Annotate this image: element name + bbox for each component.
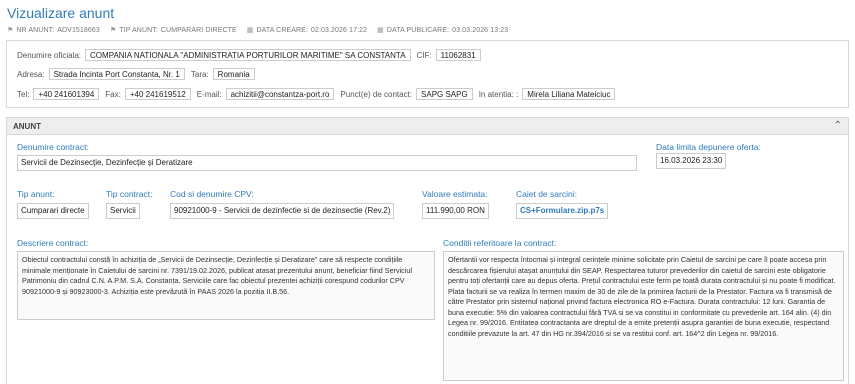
specs-label: Caiet de sarcini: — [516, 189, 577, 199]
contract-name-label: Denumire contract: — [17, 142, 89, 152]
tel-label: Tel: — [17, 89, 30, 99]
meta-label: DATA PUBLICARE: — [386, 26, 450, 34]
cif-label: CIF: — [416, 50, 432, 60]
meta-nr-anunt: ⚑ NR ANUNT: ADV1518663 — [7, 26, 100, 35]
attention-label: In atentia: : — [478, 89, 519, 99]
email-value: achizitii@constantza-port.ro — [225, 88, 335, 100]
announcement-meta-bar: ⚑ NR ANUNT: ADV1518663 ⚑ TIP ANUNT: CUMP… — [7, 26, 509, 35]
estimated-value-currency: RON — [467, 206, 485, 215]
fax-value: +40 241619512 — [124, 88, 191, 100]
description-text: Obiectul contractului constă în achiziți… — [17, 251, 435, 320]
tag-icon: ⚑ — [7, 27, 14, 34]
meta-value: ADV1518663 — [57, 26, 100, 34]
tag-icon: ⚑ — [109, 27, 117, 34]
tel-value: +40 241601394 — [33, 88, 100, 100]
meta-data-creare: ▦ DATA CREARE: 02.03.2026 17:22 — [246, 26, 368, 35]
meta-value: 02.03.2026 17:22 — [311, 26, 368, 34]
announcement-type-label: Tip anunt: — [17, 189, 55, 199]
authority-row-name: Denumire oficiala: COMPANIA NATIONALA "A… — [17, 49, 487, 61]
contact-label: Punct(e) de contact: — [340, 89, 413, 99]
authority-name-label: Denumire oficiala: — [17, 50, 82, 60]
specs-file-link[interactable]: CS+Formulare.zip.p7s — [516, 203, 609, 219]
country-value: Romania — [212, 68, 255, 80]
contact-value: SAPG SAPG — [416, 88, 473, 100]
fax-label: Fax: — [105, 89, 121, 99]
authority-row-contact: Tel: +40 241601394 Fax: +40 241619512 E-… — [17, 88, 621, 100]
announcement-type-value: Cumparari directe — [17, 203, 89, 219]
address-value: Strada Incinta Port Constanta, Nr. 1 — [48, 68, 185, 80]
meta-label: DATA CREARE: — [256, 26, 308, 34]
email-label: E-mail: — [196, 89, 222, 99]
meta-label: TIP ANUNT: — [119, 26, 158, 34]
contract-name-value: Servicii de Dezinsecție, Dezinfecție și … — [17, 155, 637, 171]
deadline-label: Data limita depunere oferta: — [656, 142, 761, 152]
section-header-anunt[interactable]: ANUNT ⌃ — [6, 117, 849, 135]
deadline-value: 16.03.2026 23:30 — [656, 153, 727, 169]
address-label: Adresa: — [17, 69, 45, 79]
conditions-label: Conditii referitoare la contract: — [443, 238, 557, 248]
estimated-value-amount: 111.990,00 — [426, 206, 465, 215]
meta-label: NR ANUNT: — [16, 26, 55, 34]
meta-value: 03.03.2026 13:23 — [452, 26, 509, 34]
calendar-icon: ▦ — [246, 27, 254, 34]
authority-row-address: Adresa: Strada Incinta Port Constanta, N… — [17, 68, 261, 80]
authority-info-box: Denumire oficiala: COMPANIA NATIONALA "A… — [6, 40, 849, 108]
section-title: ANUNT — [13, 122, 41, 131]
announcement-content: Denumire contract: Servicii de Dezinsecț… — [6, 135, 849, 384]
description-label: Descriere contract: — [17, 238, 89, 248]
country-label: Tara: — [190, 69, 209, 79]
page-title: Vizualizare anunt — [7, 5, 115, 21]
estimated-value-field: 111.990,00 RON — [422, 203, 489, 219]
meta-value: CUMPARARI DIRECTE — [160, 26, 237, 34]
attention-value: Mirela Liliana Mateiciuc — [522, 88, 616, 100]
meta-data-publicare: ▦ DATA PUBLICARE: 03.03.2026 13:23 — [377, 26, 509, 35]
authority-name-value: COMPANIA NATIONALA "ADMINISTRATIA PORTUR… — [85, 49, 411, 61]
calendar-icon: ▦ — [377, 27, 384, 34]
meta-tip-anunt: ⚑ TIP ANUNT: CUMPARARI DIRECTE — [109, 26, 237, 35]
cpv-value: 90921000-9 - Servicii de dezinfectie si … — [170, 203, 395, 219]
contract-type-label: Tip contract: — [106, 189, 153, 199]
contract-type-value: Servicii — [106, 203, 140, 219]
chevron-up-icon[interactable]: ⌃ — [834, 120, 842, 131]
conditions-text: Ofertantii vor respecta întocmai și inte… — [443, 251, 844, 381]
cpv-label: Cod si denumire CPV: — [170, 189, 254, 199]
estimated-value-label: Valoare estimata: — [422, 189, 488, 199]
cif-value: 11062831 — [435, 49, 481, 61]
